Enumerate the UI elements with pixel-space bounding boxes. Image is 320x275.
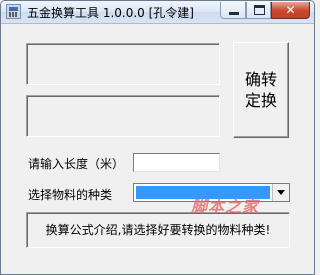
maximize-icon	[254, 5, 265, 15]
minimize-button[interactable]	[220, 2, 246, 19]
close-icon: ✕	[285, 3, 296, 17]
close-button[interactable]: ✕	[271, 2, 310, 19]
confirm-convert-button[interactable]: 确转 定换	[233, 42, 289, 138]
app-icon-header	[9, 7, 18, 11]
confirm-button-label-line1: 确转	[244, 70, 277, 89]
minimize-icon	[229, 12, 239, 15]
formula-info-panel: 换算公式介绍,请选择好要转换的物料种类!	[26, 212, 290, 248]
confirm-button-label-line2: 定换	[244, 91, 277, 110]
window-title: 五金换算工具 1.0.0.0 [孔令建]	[27, 6, 194, 20]
watermark-text: 脚本之家	[191, 197, 260, 216]
result-display-2	[26, 95, 220, 137]
chevron-down-icon	[277, 190, 285, 195]
material-label: 选择物料的种类	[28, 188, 113, 202]
maximize-button[interactable]	[246, 2, 271, 19]
length-label: 请输入长度（米）	[28, 157, 125, 171]
result-display-1	[26, 43, 220, 85]
length-input[interactable]	[133, 153, 220, 172]
dropdown-button[interactable]	[272, 184, 289, 201]
title-bar[interactable]: 五金换算工具 1.0.0.0 [孔令建] ✕	[1, 1, 314, 24]
app-window: 五金换算工具 1.0.0.0 [孔令建] ✕ 确转 定换 请输入长度（米） 选择…	[0, 0, 315, 275]
app-icon-grid	[9, 12, 18, 17]
app-icon[interactable]	[6, 4, 21, 19]
